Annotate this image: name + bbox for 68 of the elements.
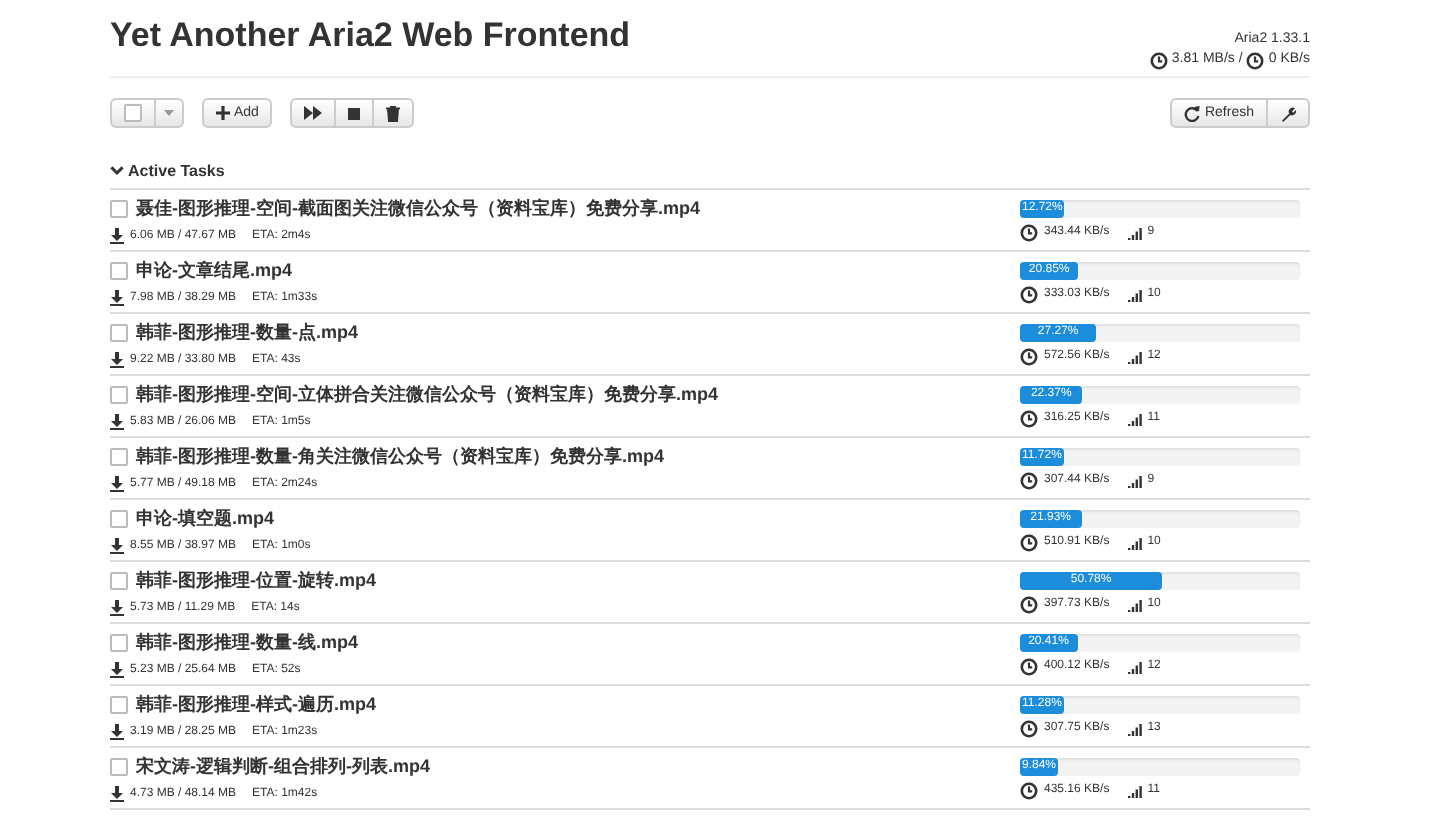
clock-icon bbox=[1020, 595, 1038, 613]
file-name: 韩菲-图形推理-位置-旋转.mp4 bbox=[136, 568, 376, 594]
checkbox[interactable] bbox=[110, 634, 128, 652]
download-icon bbox=[110, 290, 124, 306]
download-icon bbox=[110, 662, 124, 678]
checkbox[interactable] bbox=[110, 510, 128, 528]
clock-icon bbox=[1020, 285, 1038, 303]
signal-icon bbox=[1127, 225, 1142, 239]
stop-button[interactable] bbox=[334, 98, 375, 128]
download-icon bbox=[110, 538, 124, 554]
file-name: 韩菲-图形推理-数量-线.mp4 bbox=[136, 630, 358, 656]
signal-icon bbox=[1127, 349, 1142, 363]
checkbox[interactable] bbox=[110, 200, 128, 218]
download-icon bbox=[110, 724, 124, 740]
signal-icon bbox=[1127, 535, 1142, 549]
start-button[interactable] bbox=[290, 98, 337, 128]
signal-icon bbox=[1127, 721, 1142, 735]
dropdown-button[interactable] bbox=[154, 98, 184, 128]
download-icon bbox=[110, 476, 124, 492]
checkbox[interactable] bbox=[110, 448, 128, 466]
refresh-icon bbox=[1184, 105, 1201, 121]
clock-icon bbox=[1246, 51, 1265, 69]
plus-icon bbox=[216, 106, 230, 120]
wrench-icon bbox=[1280, 105, 1296, 121]
checkbox[interactable] bbox=[110, 696, 128, 714]
clock-icon bbox=[1020, 347, 1038, 365]
file-name: 宋文涛-逻辑判断-组合排列-列表.mp4 bbox=[136, 754, 430, 780]
section-header[interactable]: Active Tasks bbox=[110, 162, 1310, 190]
file-name: 聂佳-图形推理-空间-截面图关注微信公众号（资料宝库）免费分享.mp4 bbox=[136, 196, 700, 222]
checkbox[interactable] bbox=[110, 262, 128, 280]
signal-icon bbox=[1127, 473, 1142, 487]
signal-icon bbox=[1127, 783, 1142, 797]
clock-icon bbox=[1020, 533, 1038, 551]
download-icon bbox=[110, 228, 124, 244]
download-icon bbox=[110, 352, 124, 368]
file-name: 申论-文章结尾.mp4 bbox=[136, 258, 293, 284]
signal-icon bbox=[1127, 659, 1142, 673]
checkbox[interactable] bbox=[110, 572, 128, 590]
stop-icon bbox=[348, 107, 361, 119]
select-all-button[interactable] bbox=[110, 98, 156, 128]
checkbox[interactable] bbox=[110, 386, 128, 404]
download-icon bbox=[110, 786, 124, 802]
signal-icon bbox=[1127, 287, 1142, 301]
download-icon bbox=[110, 414, 124, 430]
fast-forward-icon bbox=[304, 106, 323, 120]
download-icon bbox=[110, 600, 124, 616]
checkbox[interactable] bbox=[110, 324, 128, 342]
clock-icon bbox=[1020, 223, 1038, 241]
checkbox[interactable] bbox=[124, 104, 142, 122]
clock-icon bbox=[1020, 781, 1038, 799]
settings-button[interactable] bbox=[1266, 98, 1310, 128]
signal-icon bbox=[1127, 411, 1142, 425]
signal-icon bbox=[1127, 597, 1142, 611]
delete-button[interactable] bbox=[372, 98, 415, 128]
clock-icon bbox=[1149, 51, 1168, 69]
clock-icon bbox=[1020, 657, 1038, 675]
clock-icon bbox=[1020, 719, 1038, 737]
file-name: 韩菲-图形推理-数量-角关注微信公众号（资料宝库）免费分享.mp4 bbox=[136, 444, 664, 470]
trash-icon bbox=[386, 105, 401, 121]
clock-icon bbox=[1020, 471, 1038, 489]
caret-icon bbox=[164, 110, 174, 116]
file-name: 韩菲-图形推理-数量-点.mp4 bbox=[136, 320, 358, 346]
checkbox[interactable] bbox=[110, 758, 128, 776]
file-name: 韩菲-图形推理-样式-遍历.mp4 bbox=[136, 692, 376, 718]
page-title: Yet Another Aria2 Web Frontend bbox=[110, 16, 631, 56]
file-name: 申论-填空题.mp4 bbox=[136, 506, 275, 532]
file-name: 韩菲-图形推理-空间-立体拼合关注微信公众号（资料宝库）免费分享.mp4 bbox=[136, 382, 718, 408]
clock-icon bbox=[1020, 409, 1038, 427]
